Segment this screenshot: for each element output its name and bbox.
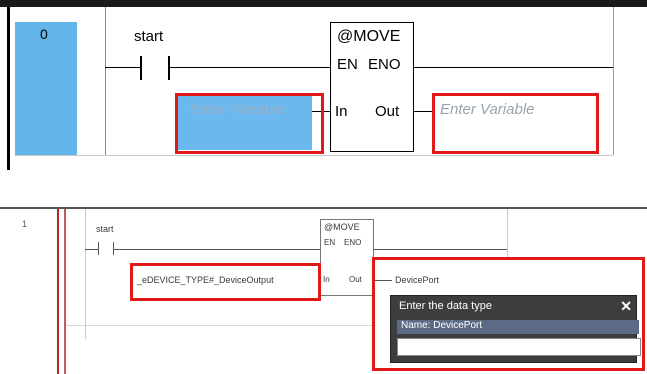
function-block-name: @MOVE	[337, 28, 401, 45]
right-rail	[507, 209, 508, 259]
contact-right-bar[interactable]	[168, 56, 170, 80]
rung-marker-right	[64, 209, 66, 374]
right-power-rail	[613, 7, 614, 155]
top-border	[0, 0, 647, 7]
rung-wire	[170, 67, 332, 68]
pin-en: EN	[337, 56, 358, 73]
pin-in: In	[323, 275, 330, 284]
pin-en: EN	[324, 238, 336, 247]
ladder-editor-bottom: 1 start @MOVE EN ENO In Out _eDEVICE_TYP…	[0, 207, 647, 374]
contact-left-bar[interactable]	[140, 56, 142, 80]
bottom-top-border	[0, 207, 647, 209]
highlight-out-and-popup	[372, 257, 645, 371]
rung-wire	[105, 67, 140, 68]
highlight-in-variable	[130, 263, 321, 301]
rung-separator	[15, 155, 613, 156]
left-power-rail	[105, 7, 106, 155]
ladder-editor-top: 0 start @MOVE EN ENO In Out Enter Variab…	[0, 0, 647, 170]
rung-number: 0	[40, 26, 48, 42]
contact-label: start	[96, 224, 114, 234]
pin-eno: ENO	[368, 56, 401, 73]
pin-out: Out	[375, 103, 400, 120]
rung-marker-left	[57, 209, 59, 374]
rung-wire	[373, 249, 507, 250]
pin-in: In	[335, 103, 348, 120]
left-border	[7, 7, 10, 170]
power-rail	[85, 209, 86, 339]
rung-separator	[66, 325, 376, 326]
contact-label: start	[134, 28, 164, 45]
function-block-name: @MOVE	[324, 222, 360, 232]
contact-left-bar[interactable]	[98, 242, 99, 255]
rung-wire	[114, 249, 320, 250]
highlight-out-variable	[432, 93, 599, 154]
highlight-in-variable	[175, 93, 324, 154]
rung-wire	[85, 249, 98, 250]
rung-number: 1	[22, 219, 28, 229]
rung-wire	[413, 67, 613, 68]
pin-out: Out	[349, 275, 362, 284]
pin-eno: ENO	[344, 238, 362, 247]
